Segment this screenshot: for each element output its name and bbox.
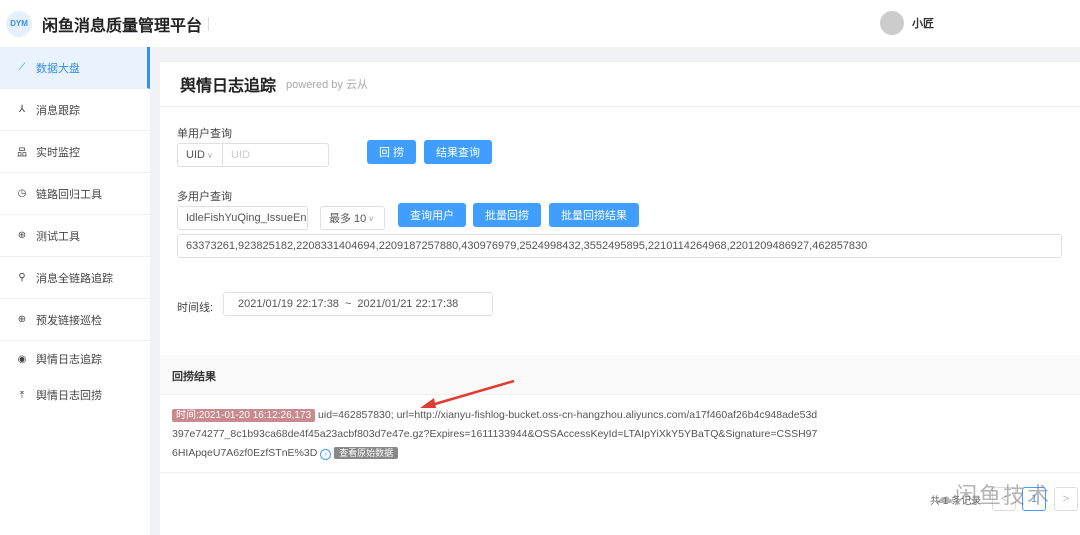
sidebar-item-label: 实时监控 xyxy=(36,146,80,159)
upload-icon: ⤒ xyxy=(19,389,25,401)
network-icon: ⅄ xyxy=(18,104,26,115)
sidebar-item-monitoring[interactable]: 品实时监控 xyxy=(0,131,150,173)
sidebar-item-log-trace[interactable]: ◉ 舆情日志追踪 xyxy=(0,341,150,377)
arrow-right-icon[interactable]: › xyxy=(320,449,332,460)
main-card: 舆情日志追踪 powered by 云从 单用户查询 UID ∨ UID 回 捞 … xyxy=(160,62,1080,535)
search-icon: ⚲ xyxy=(18,272,26,283)
globe-icon: ⊕ xyxy=(17,314,27,325)
result-item: 时间:2021-01-20 16:12:26,173 uid=462857830… xyxy=(172,406,822,463)
timeline-label: 时间线: xyxy=(177,302,214,314)
watermark: ☁闲鱼技术 xyxy=(935,478,1051,510)
user-menu[interactable]: 小匠 xyxy=(880,11,934,35)
divider xyxy=(160,472,1080,473)
sidebar-item-label: 链路回归工具 xyxy=(36,188,102,201)
history-icon: ◷ xyxy=(17,188,27,199)
globe-icon: ⊕ xyxy=(17,230,27,241)
sidebar-item-regression[interactable]: ◷ 链路回归工具 xyxy=(0,173,150,215)
select-value: 最多 10 xyxy=(329,213,367,225)
eye-icon: ◉ xyxy=(17,353,27,365)
sidebar-item-label: 数据大盘 xyxy=(36,62,80,75)
sitemap-icon: 品 xyxy=(17,148,27,159)
date-range-picker[interactable]: 2021/01/19 22:17:38 ~ 2021/01/21 22:17:3… xyxy=(223,292,493,316)
select-value: UID xyxy=(186,149,205,161)
sidebar-item-label: 消息全链路追踪 xyxy=(36,272,113,285)
uid-type-select[interactable]: UID ∨ xyxy=(177,143,223,167)
sidebar-item-label: 消息跟踪 xyxy=(36,104,80,117)
view-raw-button[interactable]: 查看原始数据 xyxy=(334,447,399,459)
sidebar-item-full-trace[interactable]: ⚲ 消息全链路追踪 xyxy=(0,257,150,299)
issue-input[interactable]: IdleFishYuQing_IssueEn xyxy=(177,206,308,230)
uid-placeholder: UID xyxy=(231,149,250,161)
chevron-down-icon: ∨ xyxy=(206,150,213,160)
result-query-button[interactable]: 结果查询 xyxy=(424,140,492,164)
range-separator: ~ xyxy=(344,298,352,310)
uid-list-input[interactable]: 63373261,923825182,2208331404694,2209187… xyxy=(177,234,1062,258)
next-page-button[interactable]: > xyxy=(1054,487,1078,511)
header: DYM 闲鱼消息质量管理平台 小匠 xyxy=(0,0,1080,47)
sidebar-item-test-tools[interactable]: ⊕ 测试工具 xyxy=(0,215,150,257)
start-date: 2021/01/19 22:17:38 xyxy=(238,298,339,310)
page-title: 舆情日志追踪 xyxy=(180,78,277,95)
user-name: 小匠 xyxy=(912,18,934,30)
chart-icon: ⟋ xyxy=(18,62,26,73)
chevron-down-icon: ∨ xyxy=(368,213,375,223)
sidebar-item-message-tracking[interactable]: ⅄ 消息跟踪 xyxy=(0,89,150,131)
watermark-text: 闲鱼技术 xyxy=(955,483,1052,508)
uid-input[interactable]: UID xyxy=(222,143,329,167)
app-title: 闲鱼消息质量管理平台 xyxy=(42,17,203,35)
page-subtitle: powered by 云从 xyxy=(286,79,368,91)
time-tag: 时间:2021-01-20 16:12:26,173 xyxy=(172,409,316,422)
sidebar-item-label: 舆情日志回捞 xyxy=(36,390,102,402)
wechat-icon: ☁ xyxy=(935,487,955,507)
logo: DYM xyxy=(6,10,32,37)
batch-result-button[interactable]: 批量回捞结果 xyxy=(549,203,639,227)
sidebar-item-link-inspection[interactable]: ⊕ 预发链接巡检 xyxy=(0,299,150,341)
end-date: 2021/01/21 22:17:38 xyxy=(357,298,459,310)
fetch-button[interactable]: 回 捞 xyxy=(367,140,416,164)
sidebar-item-log-fetch[interactable]: ⤒ 舆情日志回捞 xyxy=(0,377,150,413)
sidebar-item-dashboard[interactable]: ⟋ 数据大盘 xyxy=(0,47,150,89)
batch-fetch-button[interactable]: 批量回捞 xyxy=(473,203,541,227)
max-select[interactable]: 最多 10 ∨ xyxy=(320,206,385,230)
sidebar: ⟋ 数据大盘 ⅄ 消息跟踪 品实时监控 ◷ 链路回归工具 ⊕ 测试工具 ⚲ 消息全链路追踪… xyxy=(0,47,150,535)
multi-query-label: 多用户查询 xyxy=(177,191,232,203)
query-users-button[interactable]: 查询用户 xyxy=(398,203,466,227)
sidebar-item-label: 预发链接巡检 xyxy=(36,314,102,327)
divider xyxy=(208,16,210,31)
annotation-arrow-icon xyxy=(420,379,515,408)
single-query-label: 单用户查询 xyxy=(177,128,232,140)
avatar[interactable] xyxy=(880,11,904,35)
results-title: 回捞结果 xyxy=(160,355,1080,395)
page-header: 舆情日志追踪 powered by 云从 xyxy=(160,62,1080,107)
sidebar-item-label: 测试工具 xyxy=(36,230,80,243)
sidebar-item-label: 舆情日志追踪 xyxy=(36,354,102,366)
